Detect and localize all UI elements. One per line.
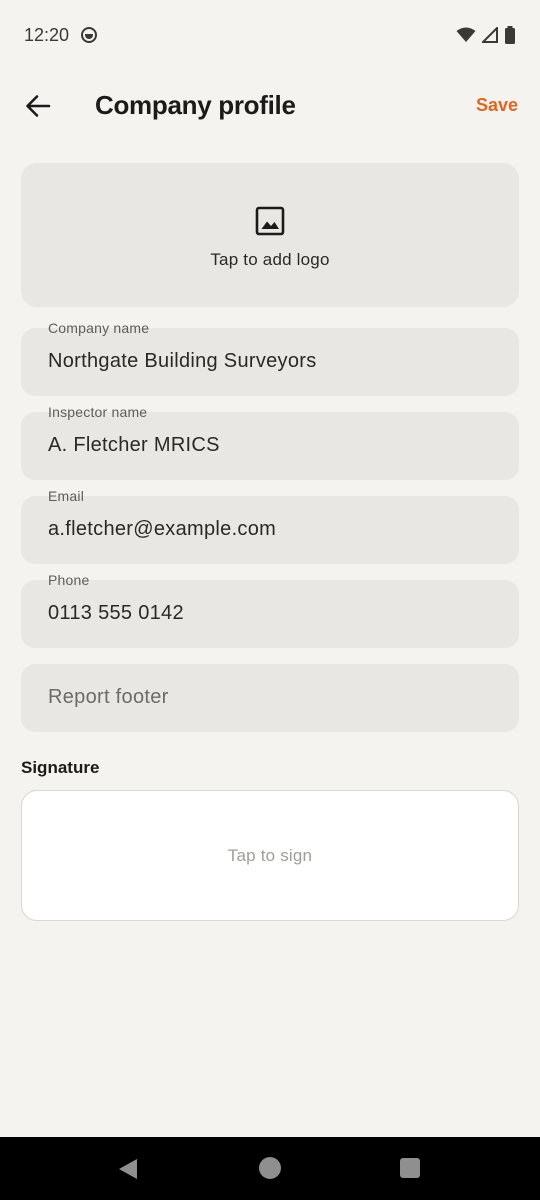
company-name-label: Company name [48,320,150,336]
phone-field[interactable]: Phone 0113 555 0142 [21,572,519,648]
email-label: Email [48,488,85,504]
company-name-value: Northgate Building Surveyors [48,350,317,372]
signature-heading: Signature [21,758,100,777]
recents-square-icon[interactable] [400,1158,420,1178]
inspector-name-value: A. Fletcher MRICS [48,434,220,456]
phone-value: 0113 555 0142 [48,602,184,624]
report-footer-field[interactable]: Report footer [21,664,519,732]
status-time: 12:20 [24,24,70,45]
add-logo-label: Tap to add logo [210,250,330,269]
status-icons [456,26,516,44]
battery-icon [505,26,515,44]
inspector-name-label: Inspector name [48,404,148,420]
home-circle-icon[interactable] [259,1157,281,1179]
system-nav-bar [0,1137,540,1200]
status-bar: 12:20 [0,0,540,70]
app-bar: Company profile Save [0,70,540,142]
report-footer-placeholder: Report footer [48,686,169,708]
wifi-icon [456,27,476,42]
company-name-field[interactable]: Company name Northgate Building Surveyor… [21,320,519,396]
add-logo-card[interactable]: Tap to add logo [21,163,519,307]
page-title: Company profile [95,90,296,120]
signature-placeholder: Tap to sign [227,845,313,865]
phone-label: Phone [48,572,90,588]
email-value: a.fletcher@example.com [48,518,277,540]
arrow-back-icon [26,95,51,117]
email-field[interactable]: Email a.fletcher@example.com [21,488,519,564]
back-button[interactable] [20,88,56,124]
notification-icon [81,27,98,43]
save-button[interactable]: Save [476,95,518,116]
signature-pad[interactable]: Tap to sign [21,790,519,921]
inspector-name-field[interactable]: Inspector name A. Fletcher MRICS [21,404,519,480]
signal-icon [482,27,498,43]
image-icon [255,206,285,236]
back-triangle-icon[interactable] [118,1158,138,1180]
